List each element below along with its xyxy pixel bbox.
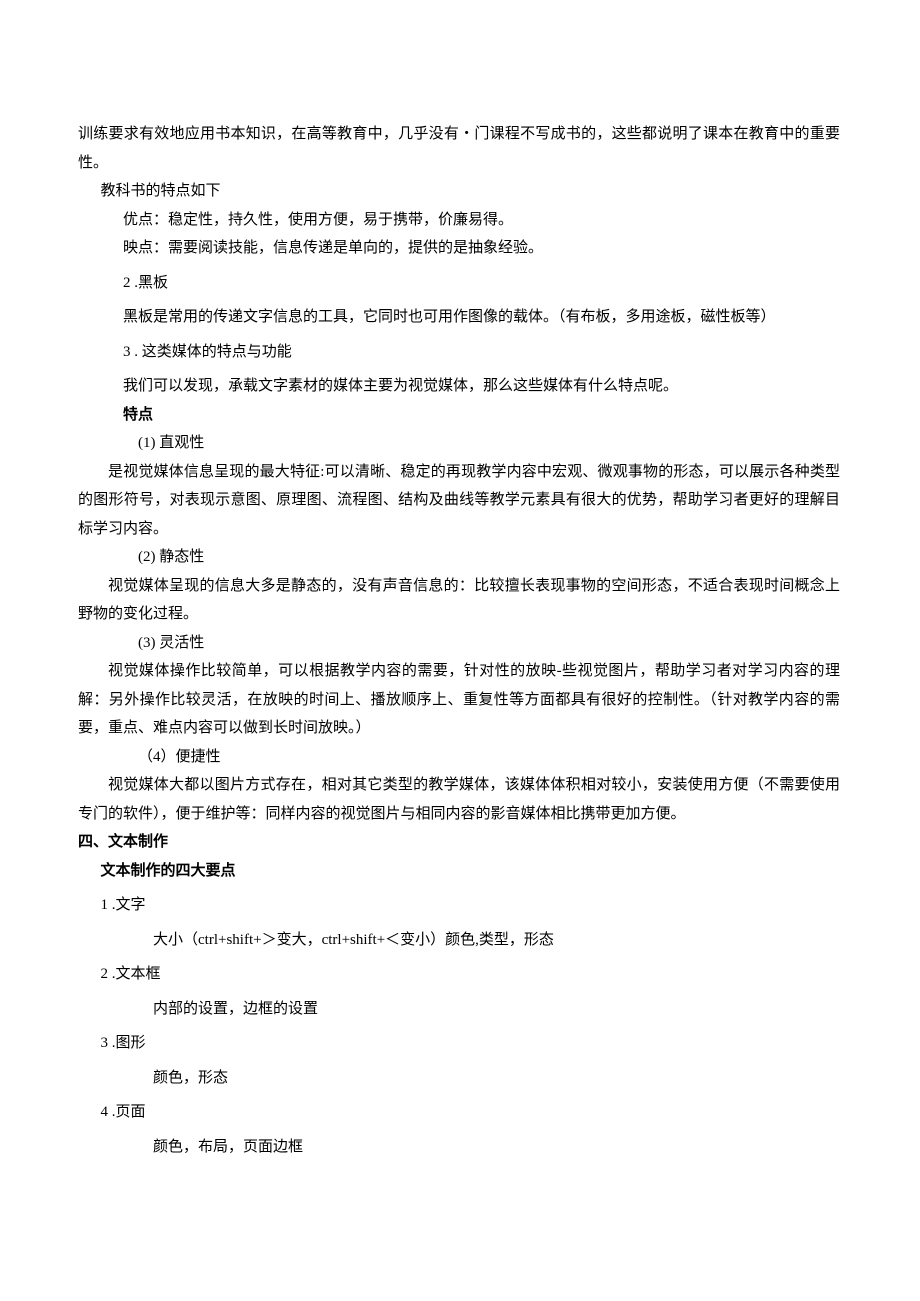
item-number: 4 (101, 1104, 109, 1120)
list-item: 4 .页面 (78, 1098, 840, 1127)
paragraph: 训练要求有效地应用书本知识，在高等教育中，几乎没有・门课程不写成书的，这些都说明… (78, 120, 840, 177)
list-detail: 大小（ctrl+shift+＞变大，ctrl+shift+＜变小）颜色,类型，形… (78, 926, 840, 955)
subheading: (3) 灵活性 (78, 629, 840, 658)
item-text: .黑板 (134, 275, 168, 291)
paragraph: 我们可以发现，承载文字素材的媒体主要为视觉媒体，那么这些媒体有什么特点呢。 (78, 372, 840, 401)
list-item: 3 .图形 (78, 1029, 840, 1058)
numbered-heading: 2 .黑板 (78, 269, 840, 298)
item-number: 1 (101, 897, 109, 913)
subheading: (2) 静态性 (78, 543, 840, 572)
item-text: .文本框 (112, 966, 161, 982)
subheading: (1) 直观性 (78, 429, 840, 458)
subheading: （4）便捷性 (78, 743, 840, 772)
paragraph: 教科书的特点如下 (78, 177, 840, 206)
list-item: 2 .文本框 (78, 960, 840, 989)
heading-four-points: 文本制作的四大要点 (78, 857, 840, 886)
item-text: . 这类媒体的特点与功能 (134, 344, 292, 360)
item-number: 2 (101, 966, 109, 982)
paragraph: 黑板是常用的传递文字信息的工具，它同时也可用作图像的载体。（有布板，多用途板，磁… (78, 303, 840, 332)
paragraph: 是视觉媒体信息呈现的最大特征:可以清晰、稳定的再现教学内容中宏观、微观事物的形态… (78, 458, 840, 544)
paragraph: 视觉媒体操作比较简单，可以根据教学内容的需要，针对性的放映-些视觉图片，帮助学习… (78, 657, 840, 743)
item-text: .文字 (112, 897, 146, 913)
document-page: 训练要求有效地应用书本知识，在高等教育中，几乎没有・门课程不写成书的，这些都说明… (0, 0, 920, 1301)
item-text: .图形 (112, 1035, 146, 1051)
item-number: 3 (101, 1035, 109, 1051)
list-detail: 内部的设置，边框的设置 (78, 995, 840, 1024)
list-detail: 颜色，形态 (78, 1064, 840, 1093)
item-text: .页面 (112, 1104, 146, 1120)
heading-section-4: 四、文本制作 (78, 828, 840, 857)
list-detail: 颜色，布局，页面边框 (78, 1133, 840, 1162)
item-number: 2 (123, 275, 131, 291)
paragraph: 视觉媒体呈现的信息大多是静态的，没有声音信息的：比较擅长表现事物的空间形态，不适… (78, 572, 840, 629)
item-number: 3 (123, 344, 131, 360)
paragraph: 映点：需要阅读技能，信息传递是单向的，提供的是抽象经验。 (78, 234, 840, 263)
heading-characteristics: 特点 (78, 401, 840, 430)
list-item: 1 .文字 (78, 891, 840, 920)
paragraph: 视觉媒体大都以图片方式存在，相对其它类型的教学媒体，该媒体体积相对较小，安装使用… (78, 771, 840, 828)
numbered-heading: 3 . 这类媒体的特点与功能 (78, 338, 840, 367)
paragraph: 优点：稳定性，持久性，使用方便，易于携带，价廉易得。 (78, 206, 840, 235)
